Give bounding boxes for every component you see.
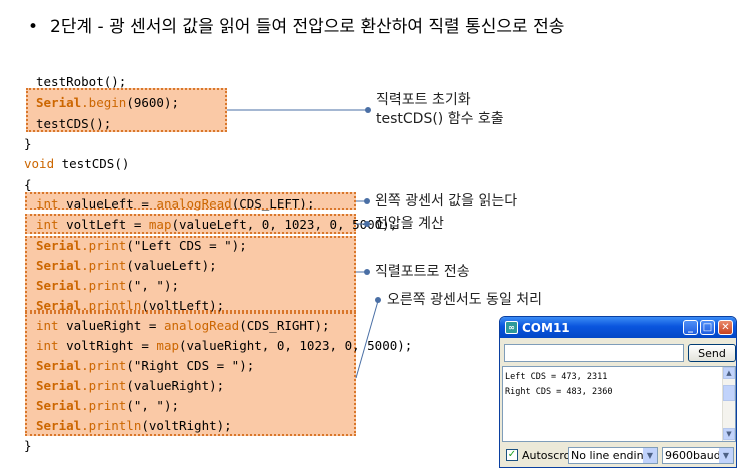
output-line-2: Right CDS = 483, 2360 — [505, 387, 613, 397]
chevron-down-icon: ▼ — [719, 448, 733, 463]
scrollbar-thumb[interactable] — [723, 385, 735, 401]
annotation-right-same: 오른쪽 광센서도 동일 처리 — [387, 292, 543, 308]
window-title: COM11 — [522, 320, 570, 335]
baud-rate-value: 9600baud — [665, 449, 721, 462]
annotation-serial-send: 직렬포트로 전송 — [375, 264, 470, 280]
maximize-button[interactable]: □ — [700, 320, 715, 335]
send-button[interactable]: Send — [688, 344, 736, 362]
send-input[interactable] — [504, 344, 684, 362]
baud-rate-select[interactable]: 9600baud ▼ — [662, 447, 734, 464]
output-line-1: Left CDS = 473, 2311 — [505, 372, 608, 382]
connector-init-dot — [365, 107, 371, 113]
serial-monitor-titlebar[interactable]: ∞ COM11 _ □ ✕ — [500, 317, 736, 338]
chevron-down-icon: ▼ — [643, 448, 657, 463]
connector-calc-dot — [364, 221, 370, 227]
app-icon: ∞ — [505, 321, 518, 334]
autoscroll-checkbox[interactable]: ✓ — [506, 449, 518, 461]
annotation-init-line1: 직력포트 초기화 — [376, 92, 471, 108]
scroll-down-icon[interactable]: ▼ — [723, 428, 735, 440]
serial-output-area[interactable]: Left CDS = 473, 2311 Right CDS = 483, 23… — [502, 366, 736, 442]
send-row: Send — [504, 344, 736, 362]
annotation-init-line2: testCDS() 함수 호출 — [376, 111, 504, 127]
minimize-button[interactable]: _ — [683, 320, 698, 335]
scroll-up-icon[interactable]: ▲ — [723, 367, 735, 379]
line-ending-value: No line ending — [571, 449, 651, 462]
connector-read-left-dot — [364, 198, 370, 204]
serial-monitor-window: ∞ COM11 _ □ ✕ Send Left CDS = 473, 2311 … — [499, 316, 737, 468]
annotation-init: 직력포트 초기화 testCDS() 함수 호출 — [376, 91, 504, 129]
line-ending-select[interactable]: No line ending ▼ — [568, 447, 658, 464]
close-button[interactable]: ✕ — [718, 320, 733, 335]
annotation-calc-voltage: 전압을 계산 — [375, 216, 444, 232]
annotation-read-left: 왼쪽 광센서 값을 읽는다 — [375, 193, 518, 209]
connector-right-dot — [375, 297, 381, 303]
connector-right — [355, 300, 379, 379]
connector-serial-dot — [364, 269, 370, 275]
vertical-scrollbar[interactable]: ▲ ▼ — [722, 367, 735, 441]
bottom-controls: ✓ Autoscroll No line ending ▼ 9600baud ▼ — [504, 446, 736, 465]
